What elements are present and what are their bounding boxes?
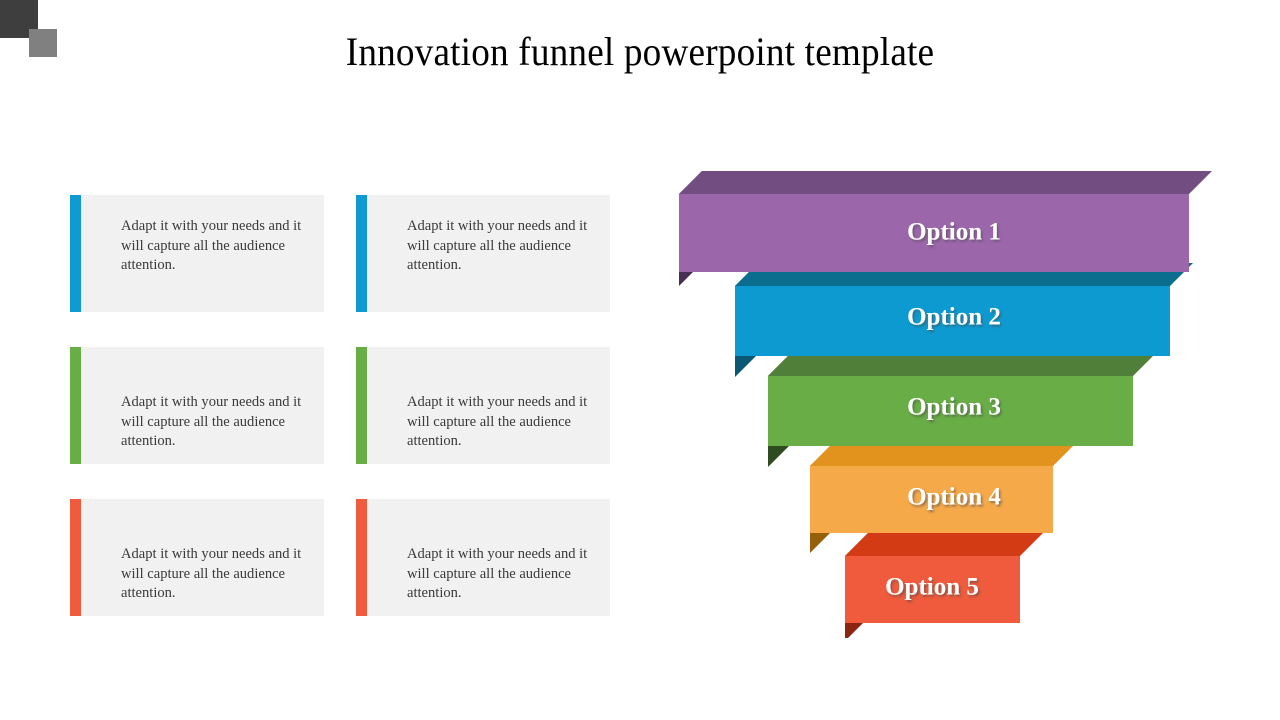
funnel-level-1-label: Option 1 xyxy=(907,219,1001,246)
card-body: Adapt it with your needs and it will cap… xyxy=(81,347,324,464)
card-accent-bar xyxy=(70,347,81,464)
card-text: Adapt it with your needs and it will cap… xyxy=(121,394,302,449)
funnel-level-4-label: Option 4 xyxy=(907,484,1001,511)
funnel-level-3-top xyxy=(768,353,1156,376)
card-body: Adapt it with your needs and it will cap… xyxy=(81,499,324,616)
card-accent-bar xyxy=(70,499,81,616)
card-body: Adapt it with your needs and it will cap… xyxy=(367,499,610,616)
funnel-diagram: Option 5 Option 4 Option 3 Option 2 Opti… xyxy=(660,158,1240,638)
card-body: Adapt it with your needs and it will cap… xyxy=(367,347,610,464)
card-body: Adapt it with your needs and it will cap… xyxy=(81,195,324,312)
description-card[interactable]: Adapt it with your needs and it will cap… xyxy=(70,347,324,464)
card-accent-bar xyxy=(356,195,367,312)
page-title: Innovation funnel powerpoint template xyxy=(345,29,935,74)
card-text: Adapt it with your needs and it will cap… xyxy=(407,394,588,449)
card-text: Adapt it with your needs and it will cap… xyxy=(121,218,302,273)
funnel-level-5[interactable]: Option 5 xyxy=(845,533,1043,638)
card-text: Adapt it with your needs and it will cap… xyxy=(407,546,588,601)
funnel-level-3-label: Option 3 xyxy=(907,394,1001,421)
funnel-level-1-top xyxy=(679,171,1212,194)
description-card[interactable]: Adapt it with your needs and it will cap… xyxy=(356,195,610,312)
description-card[interactable]: Adapt it with your needs and it will cap… xyxy=(70,195,324,312)
funnel-level-2-label: Option 2 xyxy=(907,304,1001,331)
funnel-level-5-label: Option 5 xyxy=(885,574,979,601)
description-card-grid: Adapt it with your needs and it will cap… xyxy=(70,195,610,616)
card-accent-bar xyxy=(70,195,81,312)
funnel-level-5-top xyxy=(845,533,1043,556)
funnel-level-1[interactable]: Option 1 xyxy=(679,171,1212,286)
funnel-level-4-top xyxy=(810,443,1076,466)
description-card[interactable]: Adapt it with your needs and it will cap… xyxy=(356,347,610,464)
card-text: Adapt it with your needs and it will cap… xyxy=(407,218,588,273)
card-text: Adapt it with your needs and it will cap… xyxy=(121,546,302,601)
card-accent-bar xyxy=(356,499,367,616)
card-accent-bar xyxy=(356,347,367,464)
description-card[interactable]: Adapt it with your needs and it will cap… xyxy=(70,499,324,616)
description-card[interactable]: Adapt it with your needs and it will cap… xyxy=(356,499,610,616)
card-body: Adapt it with your needs and it will cap… xyxy=(367,195,610,312)
